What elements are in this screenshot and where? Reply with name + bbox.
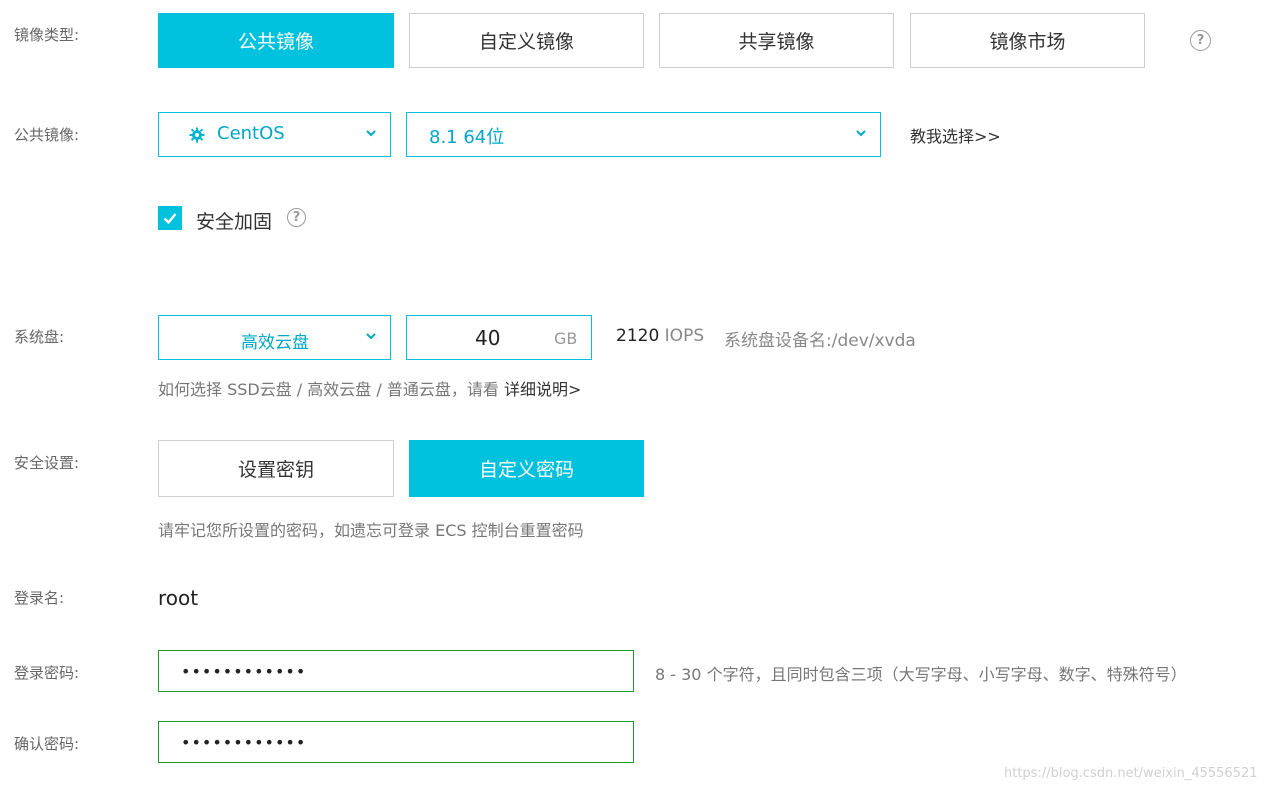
confirm-password-mask: •••••••••••• [181, 732, 307, 752]
tab-custom-password[interactable]: 自定义密码 [409, 440, 644, 497]
security-settings-label: 安全设置: [14, 454, 80, 472]
watermark: https://blog.csdn.net/weixin_45556521 [1004, 766, 1258, 781]
tab-shared-image[interactable]: 共享镜像 [659, 13, 894, 68]
disk-size-unit: GB [554, 329, 578, 348]
help-icon[interactable]: ? [1190, 30, 1211, 51]
checkbox-checked-icon [163, 213, 177, 225]
login-name-value: root [158, 586, 199, 610]
security-hardening-label: 安全加固 [196, 211, 273, 233]
version-select[interactable]: 8.1 64位 [406, 112, 881, 157]
tab-image-market[interactable]: 镜像市场 [910, 13, 1145, 68]
os-select[interactable]: CentOS [158, 112, 391, 157]
disk-detail-link[interactable]: 详细说明> [504, 380, 581, 399]
iops-unit: IOPS [664, 326, 705, 346]
image-type-label: 镜像类型: [14, 26, 80, 44]
public-image-label: 公共镜像: [14, 126, 80, 144]
disk-type-select[interactable]: 高效云盘 [158, 315, 391, 360]
disk-size-value: 40 [475, 326, 501, 350]
disk-size-input[interactable]: 40 GB [406, 315, 592, 360]
gear-icon [189, 127, 205, 143]
help-icon[interactable]: ? [287, 208, 306, 227]
system-disk-label: 系统盘: [14, 328, 65, 346]
disk-hint-text: 如何选择 SSD云盘 / 高效云盘 / 普通云盘，请看 [158, 380, 499, 399]
guide-link[interactable]: 教我选择>> [910, 123, 1001, 147]
login-name-label: 登录名: [14, 589, 65, 607]
password-field[interactable]: •••••••••••• [158, 650, 634, 692]
device-label: 系统盘设备名: [724, 331, 832, 351]
password-mask: •••••••••••• [181, 661, 307, 681]
version-select-value: 8.1 64位 [429, 127, 505, 148]
iops-value: 2120 [616, 326, 660, 346]
chevron-down-icon [366, 333, 376, 340]
chevron-down-icon [856, 130, 866, 137]
disk-hint: 如何选择 SSD云盘 / 高效云盘 / 普通云盘，请看 详细说明> [158, 376, 581, 400]
os-select-value: CentOS [217, 123, 285, 144]
device-info: 系统盘设备名:/dev/xvda [724, 326, 916, 351]
password-rule: 8 - 30 个字符，且同时包含三项（大写字母、小写字母、数字、特殊符号） [655, 665, 1187, 684]
chevron-down-icon [366, 130, 376, 137]
security-hint: 请牢记您所设置的密码，如遗忘可登录 ECS 控制台重置密码 [158, 521, 584, 540]
device-name: /dev/xvda [831, 331, 916, 351]
tab-custom-image[interactable]: 自定义镜像 [409, 13, 644, 68]
iops-info: 2120 IOPS [616, 326, 704, 346]
confirm-password-label: 确认密码: [14, 735, 80, 753]
disk-type-value: 高效云盘 [241, 333, 309, 353]
password-label: 登录密码: [14, 664, 80, 682]
confirm-password-field[interactable]: •••••••••••• [158, 721, 634, 763]
security-hardening-checkbox[interactable] [158, 206, 182, 230]
tab-set-key[interactable]: 设置密钥 [158, 440, 394, 497]
tab-public-image[interactable]: 公共镜像 [158, 13, 394, 68]
